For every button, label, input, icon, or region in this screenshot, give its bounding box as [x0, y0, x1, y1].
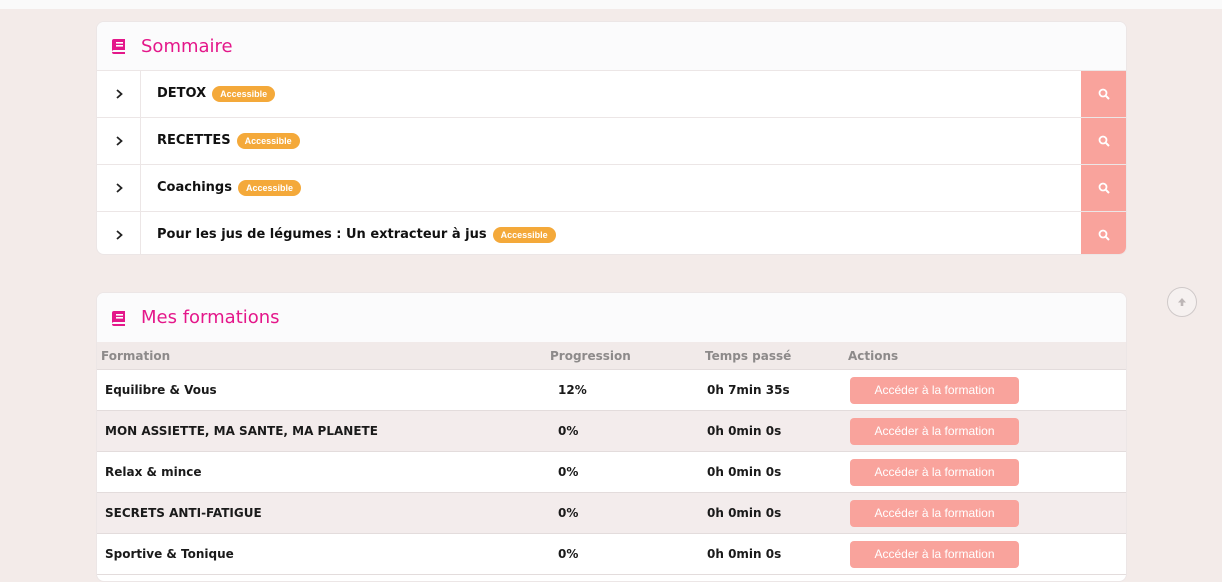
- formation-time: 0h 0min 0s: [701, 410, 844, 452]
- formations-title: Mes formations: [141, 307, 280, 328]
- sommaire-item-coachings[interactable]: Coachings Accessible: [97, 165, 1126, 212]
- column-header-temps: Temps passé: [701, 342, 844, 370]
- formation-progress: 12%: [546, 369, 701, 411]
- sommaire-item-label: Coachings Accessible: [157, 180, 301, 196]
- chevron-right-icon: [115, 230, 123, 240]
- expand-toggle[interactable]: [97, 165, 141, 211]
- sommaire-item-label: RECETTES Accessible: [157, 133, 300, 149]
- search-icon: [1098, 229, 1110, 241]
- table-row: Relax & mince 0% 0h 0min 0s Accéder à la…: [97, 451, 1126, 493]
- arrow-up-icon: [1178, 298, 1186, 306]
- formation-actions: Accéder à la formation: [844, 451, 1126, 493]
- chevron-right-icon: [115, 89, 123, 99]
- formations-card: Mes formations Formation Progression Tem…: [96, 292, 1127, 582]
- formation-name: SECRETS ANTI-FATIGUE: [97, 492, 546, 534]
- access-formation-button[interactable]: Accéder à la formation: [850, 376, 1019, 404]
- table-row: SECRETS ANTI-FATIGUE 0% 0h 0min 0s Accéd…: [97, 492, 1126, 534]
- formation-time: 0h 7min 35s: [701, 369, 844, 411]
- expand-toggle[interactable]: [97, 71, 141, 117]
- chevron-right-icon: [115, 183, 123, 193]
- formation-name: MON ASSIETTE, MA SANTE, MA PLANETE: [97, 410, 546, 452]
- scroll-top-button[interactable]: [1167, 287, 1197, 317]
- access-formation-button[interactable]: Accéder à la formation: [850, 499, 1019, 527]
- formation-name: Sportive & Tonique: [97, 533, 546, 575]
- search-button[interactable]: [1081, 165, 1126, 211]
- table-row: Sportive & Tonique 0% 0h 0min 0s Accéder…: [97, 533, 1126, 575]
- formation-name: Equilibre & Vous: [97, 369, 546, 411]
- formation-name: Relax & mince: [97, 451, 546, 493]
- formations-table: Formation Progression Temps passé Action…: [97, 342, 1126, 575]
- accessible-badge: Accessible: [236, 133, 300, 149]
- formations-header: Mes formations: [97, 293, 1126, 342]
- access-formation-button[interactable]: Accéder à la formation: [850, 458, 1019, 486]
- access-formation-button[interactable]: Accéder à la formation: [850, 540, 1019, 568]
- search-icon: [1098, 88, 1110, 100]
- table-row: MON ASSIETTE, MA SANTE, MA PLANETE 0% 0h…: [97, 410, 1126, 452]
- book-icon: [112, 39, 125, 54]
- formation-time: 0h 0min 0s: [701, 533, 844, 575]
- column-header-formation: Formation: [97, 342, 546, 370]
- accessible-badge: Accessible: [492, 227, 556, 243]
- formation-actions: Accéder à la formation: [844, 410, 1126, 452]
- sommaire-item-label: DETOX Accessible: [157, 86, 276, 102]
- formation-actions: Accéder à la formation: [844, 492, 1126, 534]
- accessible-badge: Accessible: [212, 86, 276, 102]
- table-row: Equilibre & Vous 12% 0h 7min 35s Accéder…: [97, 369, 1126, 411]
- table-header-row: Formation Progression Temps passé Action…: [97, 342, 1126, 370]
- page: Sommaire DETOX Accessible RECETTES Accessi…: [0, 0, 1222, 582]
- expand-toggle[interactable]: [97, 118, 141, 164]
- top-bar: [0, 0, 1222, 9]
- search-icon: [1098, 182, 1110, 194]
- column-header-progression: Progression: [546, 342, 701, 370]
- sommaire-title: Sommaire: [141, 35, 233, 57]
- search-button[interactable]: [1081, 71, 1126, 117]
- expand-toggle[interactable]: [97, 212, 141, 254]
- formation-time: 0h 0min 0s: [701, 492, 844, 534]
- column-header-actions: Actions: [844, 342, 1126, 370]
- book-icon: [112, 310, 125, 326]
- chevron-right-icon: [115, 136, 123, 146]
- sommaire-card: Sommaire DETOX Accessible RECETTES Accessi…: [96, 21, 1127, 255]
- sommaire-header: Sommaire: [97, 22, 1126, 71]
- sommaire-item-jus[interactable]: Pour les jus de légumes : Un extracteur …: [97, 212, 1126, 254]
- formation-progress: 0%: [546, 533, 701, 575]
- access-formation-button[interactable]: Accéder à la formation: [850, 417, 1019, 445]
- formation-actions: Accéder à la formation: [844, 533, 1126, 575]
- search-button[interactable]: [1081, 212, 1126, 254]
- sommaire-item-recettes[interactable]: RECETTES Accessible: [97, 118, 1126, 165]
- search-icon: [1098, 135, 1110, 147]
- sommaire-item-label: Pour les jus de légumes : Un extracteur …: [157, 227, 556, 243]
- formation-time: 0h 0min 0s: [701, 451, 844, 493]
- accessible-badge: Accessible: [237, 180, 301, 196]
- sommaire-item-detox[interactable]: DETOX Accessible: [97, 71, 1126, 118]
- formation-progress: 0%: [546, 492, 701, 534]
- formation-progress: 0%: [546, 410, 701, 452]
- formation-progress: 0%: [546, 451, 701, 493]
- search-button[interactable]: [1081, 118, 1126, 164]
- formation-actions: Accéder à la formation: [844, 369, 1126, 411]
